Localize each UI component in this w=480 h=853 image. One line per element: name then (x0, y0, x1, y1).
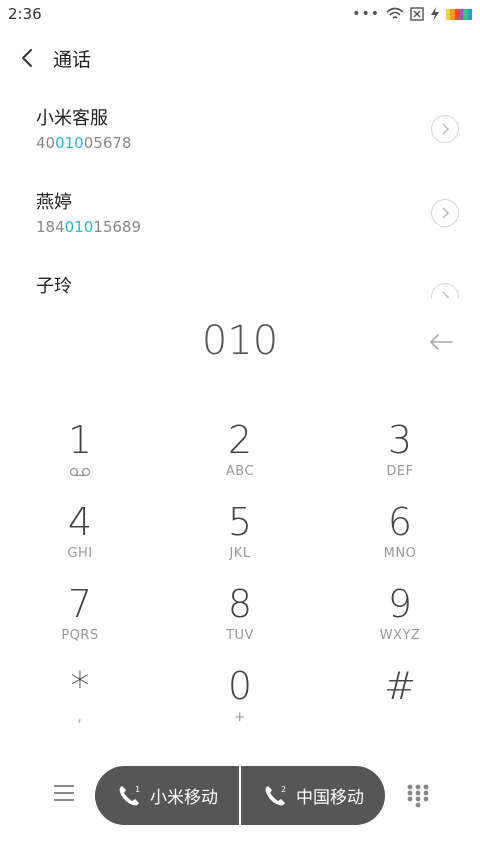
contact-item[interactable]: 燕婷 18401015689 (0, 174, 480, 258)
key-9[interactable]: 9 WXYZ (340, 582, 460, 662)
svg-text:2: 2 (281, 785, 286, 794)
back-arrow-icon[interactable] (16, 44, 40, 72)
status-time: 2:36 (8, 5, 42, 23)
status-icons: ••• (352, 4, 472, 24)
key-hash[interactable]: # (340, 664, 460, 744)
contact-name: 小米客服 (36, 108, 108, 129)
chevron-right-icon (442, 123, 450, 135)
key-8[interactable]: 8 TUV (180, 582, 300, 662)
sim-x-icon (410, 7, 424, 21)
contact-item[interactable]: 子玲 (0, 258, 480, 298)
call-sim1-label: 小米移动 (150, 788, 218, 808)
key-1[interactable]: 1 (20, 418, 140, 498)
bottom-call-bar: 1 小米移动 2 中国移动 (0, 763, 480, 827)
phone-icon: 1 (119, 785, 140, 805)
key-2[interactable]: 2 ABC (180, 418, 300, 498)
contact-number: 18401015689 (36, 218, 141, 236)
contact-number: 4001005678 (36, 134, 132, 152)
wifi-icon (386, 7, 404, 19)
contact-suggestions-list: 小米客服 4001005678 燕婷 18401015689 子玲 (0, 90, 480, 298)
backspace-arrow-icon[interactable] (428, 331, 454, 353)
dialpad: 1 2 ABC 3 DEF 4 GHI 5 JKL 6 MNO 7 PQRS 8… (0, 418, 480, 746)
call-button-group: 1 小米移动 2 中国移动 (95, 766, 385, 825)
key-6[interactable]: 6 MNO (340, 500, 460, 580)
key-star[interactable]: * , (20, 664, 140, 744)
more-dots-icon: ••• (352, 6, 380, 22)
call-sim2-label: 中国移动 (296, 788, 364, 808)
page-title: 通话 (53, 49, 92, 71)
contact-detail-button[interactable] (431, 283, 459, 298)
key-0[interactable]: 0 + (180, 664, 300, 744)
key-4[interactable]: 4 GHI (20, 500, 140, 580)
svg-text:1: 1 (135, 785, 140, 794)
phone-icon: 2 (265, 785, 286, 805)
contact-name: 子玲 (36, 276, 72, 297)
number-match-highlight: 010 (64, 218, 94, 236)
dial-input-row: 010 (0, 318, 480, 368)
chevron-right-icon (442, 291, 450, 298)
battery-icon (446, 8, 472, 20)
header: 通话 (0, 36, 480, 80)
key-5[interactable]: 5 JKL (180, 500, 300, 580)
key-7[interactable]: 7 PQRS (20, 582, 140, 662)
number-match-highlight: 010 (55, 134, 84, 152)
contact-detail-button[interactable] (431, 199, 459, 227)
status-bar: 2:36 ••• (0, 0, 480, 28)
key-3[interactable]: 3 DEF (340, 418, 460, 498)
chevron-right-icon (442, 207, 450, 219)
dialed-number[interactable]: 010 (0, 318, 480, 364)
contact-detail-button[interactable] (431, 115, 459, 143)
voicemail-icon (69, 467, 91, 477)
contact-name: 燕婷 (36, 192, 72, 213)
call-sim1-button[interactable]: 1 小米移动 (95, 766, 239, 825)
contact-item[interactable]: 小米客服 4001005678 (0, 90, 480, 174)
call-sim2-button[interactable]: 2 中国移动 (241, 766, 385, 825)
dialpad-grid-icon[interactable] (405, 782, 431, 808)
charging-icon (431, 7, 439, 21)
menu-icon[interactable] (52, 782, 76, 804)
